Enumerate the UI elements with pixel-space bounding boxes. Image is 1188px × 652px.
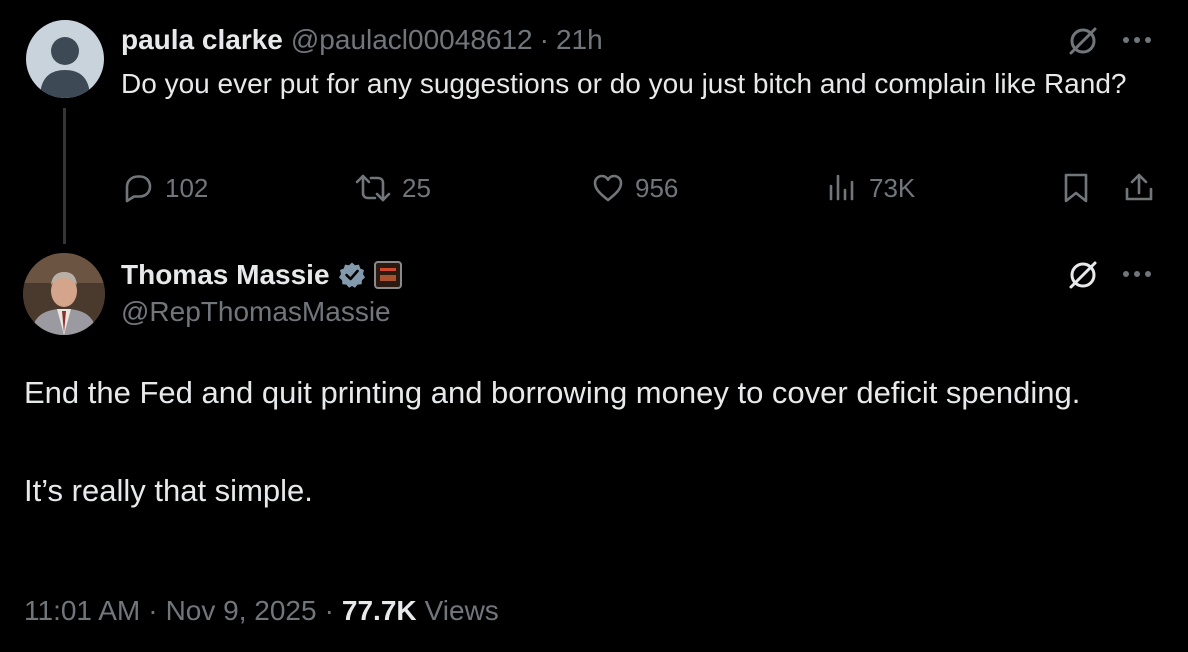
tweet-author-avatar[interactable] [23, 253, 105, 335]
heart-icon [593, 174, 623, 202]
grok-icon[interactable] [1066, 258, 1100, 297]
views-button[interactable]: 73K [827, 170, 915, 206]
speech-bubble-icon [125, 175, 152, 203]
tweet-views-label: Views [424, 595, 499, 626]
repost-arrows-icon [355, 174, 391, 202]
tweet-time[interactable]: 11:01 AM [24, 595, 140, 627]
like-button[interactable]: 956 [591, 170, 678, 206]
reply-count: 102 [165, 172, 209, 203]
tweet-text-paragraph-2: It’s really that simple. [24, 473, 313, 508]
like-count: 956 [635, 172, 679, 203]
reply-timestamp[interactable]: 21h [556, 24, 603, 56]
verified-badge-icon[interactable] [338, 261, 366, 289]
reply-author-name[interactable]: paula clarke [121, 24, 283, 56]
repost-button[interactable]: 25 [354, 170, 431, 206]
meta-separator: · [324, 595, 334, 626]
reply-author-handle[interactable]: @paulacl00048612 [291, 24, 533, 56]
reply-author-avatar[interactable] [26, 20, 104, 98]
repost-count: 25 [402, 172, 431, 203]
bar-chart-icon [829, 174, 854, 201]
views-count: 73K [869, 172, 916, 203]
grok-icon[interactable] [1066, 24, 1100, 63]
reply-header: paula clarke @paulacl00048612 · 21h [121, 22, 603, 58]
share-upload-icon[interactable] [1122, 170, 1166, 206]
default-avatar-icon [40, 37, 90, 98]
header-separator: · [539, 24, 549, 55]
tweet-author-handle[interactable]: @RepThomasMassie [121, 296, 391, 328]
reply-button[interactable]: 102 [121, 170, 208, 206]
tweet-author-name[interactable]: Thomas Massie [121, 259, 330, 291]
meta-separator: · [148, 595, 158, 626]
affiliation-badge-icon[interactable] [373, 261, 402, 289]
tweet-meta: 11:01 AM · Nov 9, 2025 · 77.7K Views [24, 592, 499, 630]
thread-connector-line [63, 108, 66, 244]
tweet-text: End the Fed and quit printing and borrow… [24, 368, 1144, 515]
reply-text: Do you ever put for any suggestions or d… [121, 68, 1127, 99]
tweet-views-count: 77.7K [341, 595, 417, 626]
more-options-icon[interactable] [1120, 260, 1154, 293]
tweet-header: Thomas Massie [121, 256, 402, 294]
tweet-date[interactable]: Nov 9, 2025 [166, 595, 317, 627]
more-options-icon[interactable] [1120, 26, 1154, 59]
bookmark-icon[interactable] [1060, 170, 1102, 206]
tweet-text-paragraph-1: End the Fed and quit printing and borrow… [24, 375, 1081, 410]
profile-photo-icon [23, 253, 105, 335]
